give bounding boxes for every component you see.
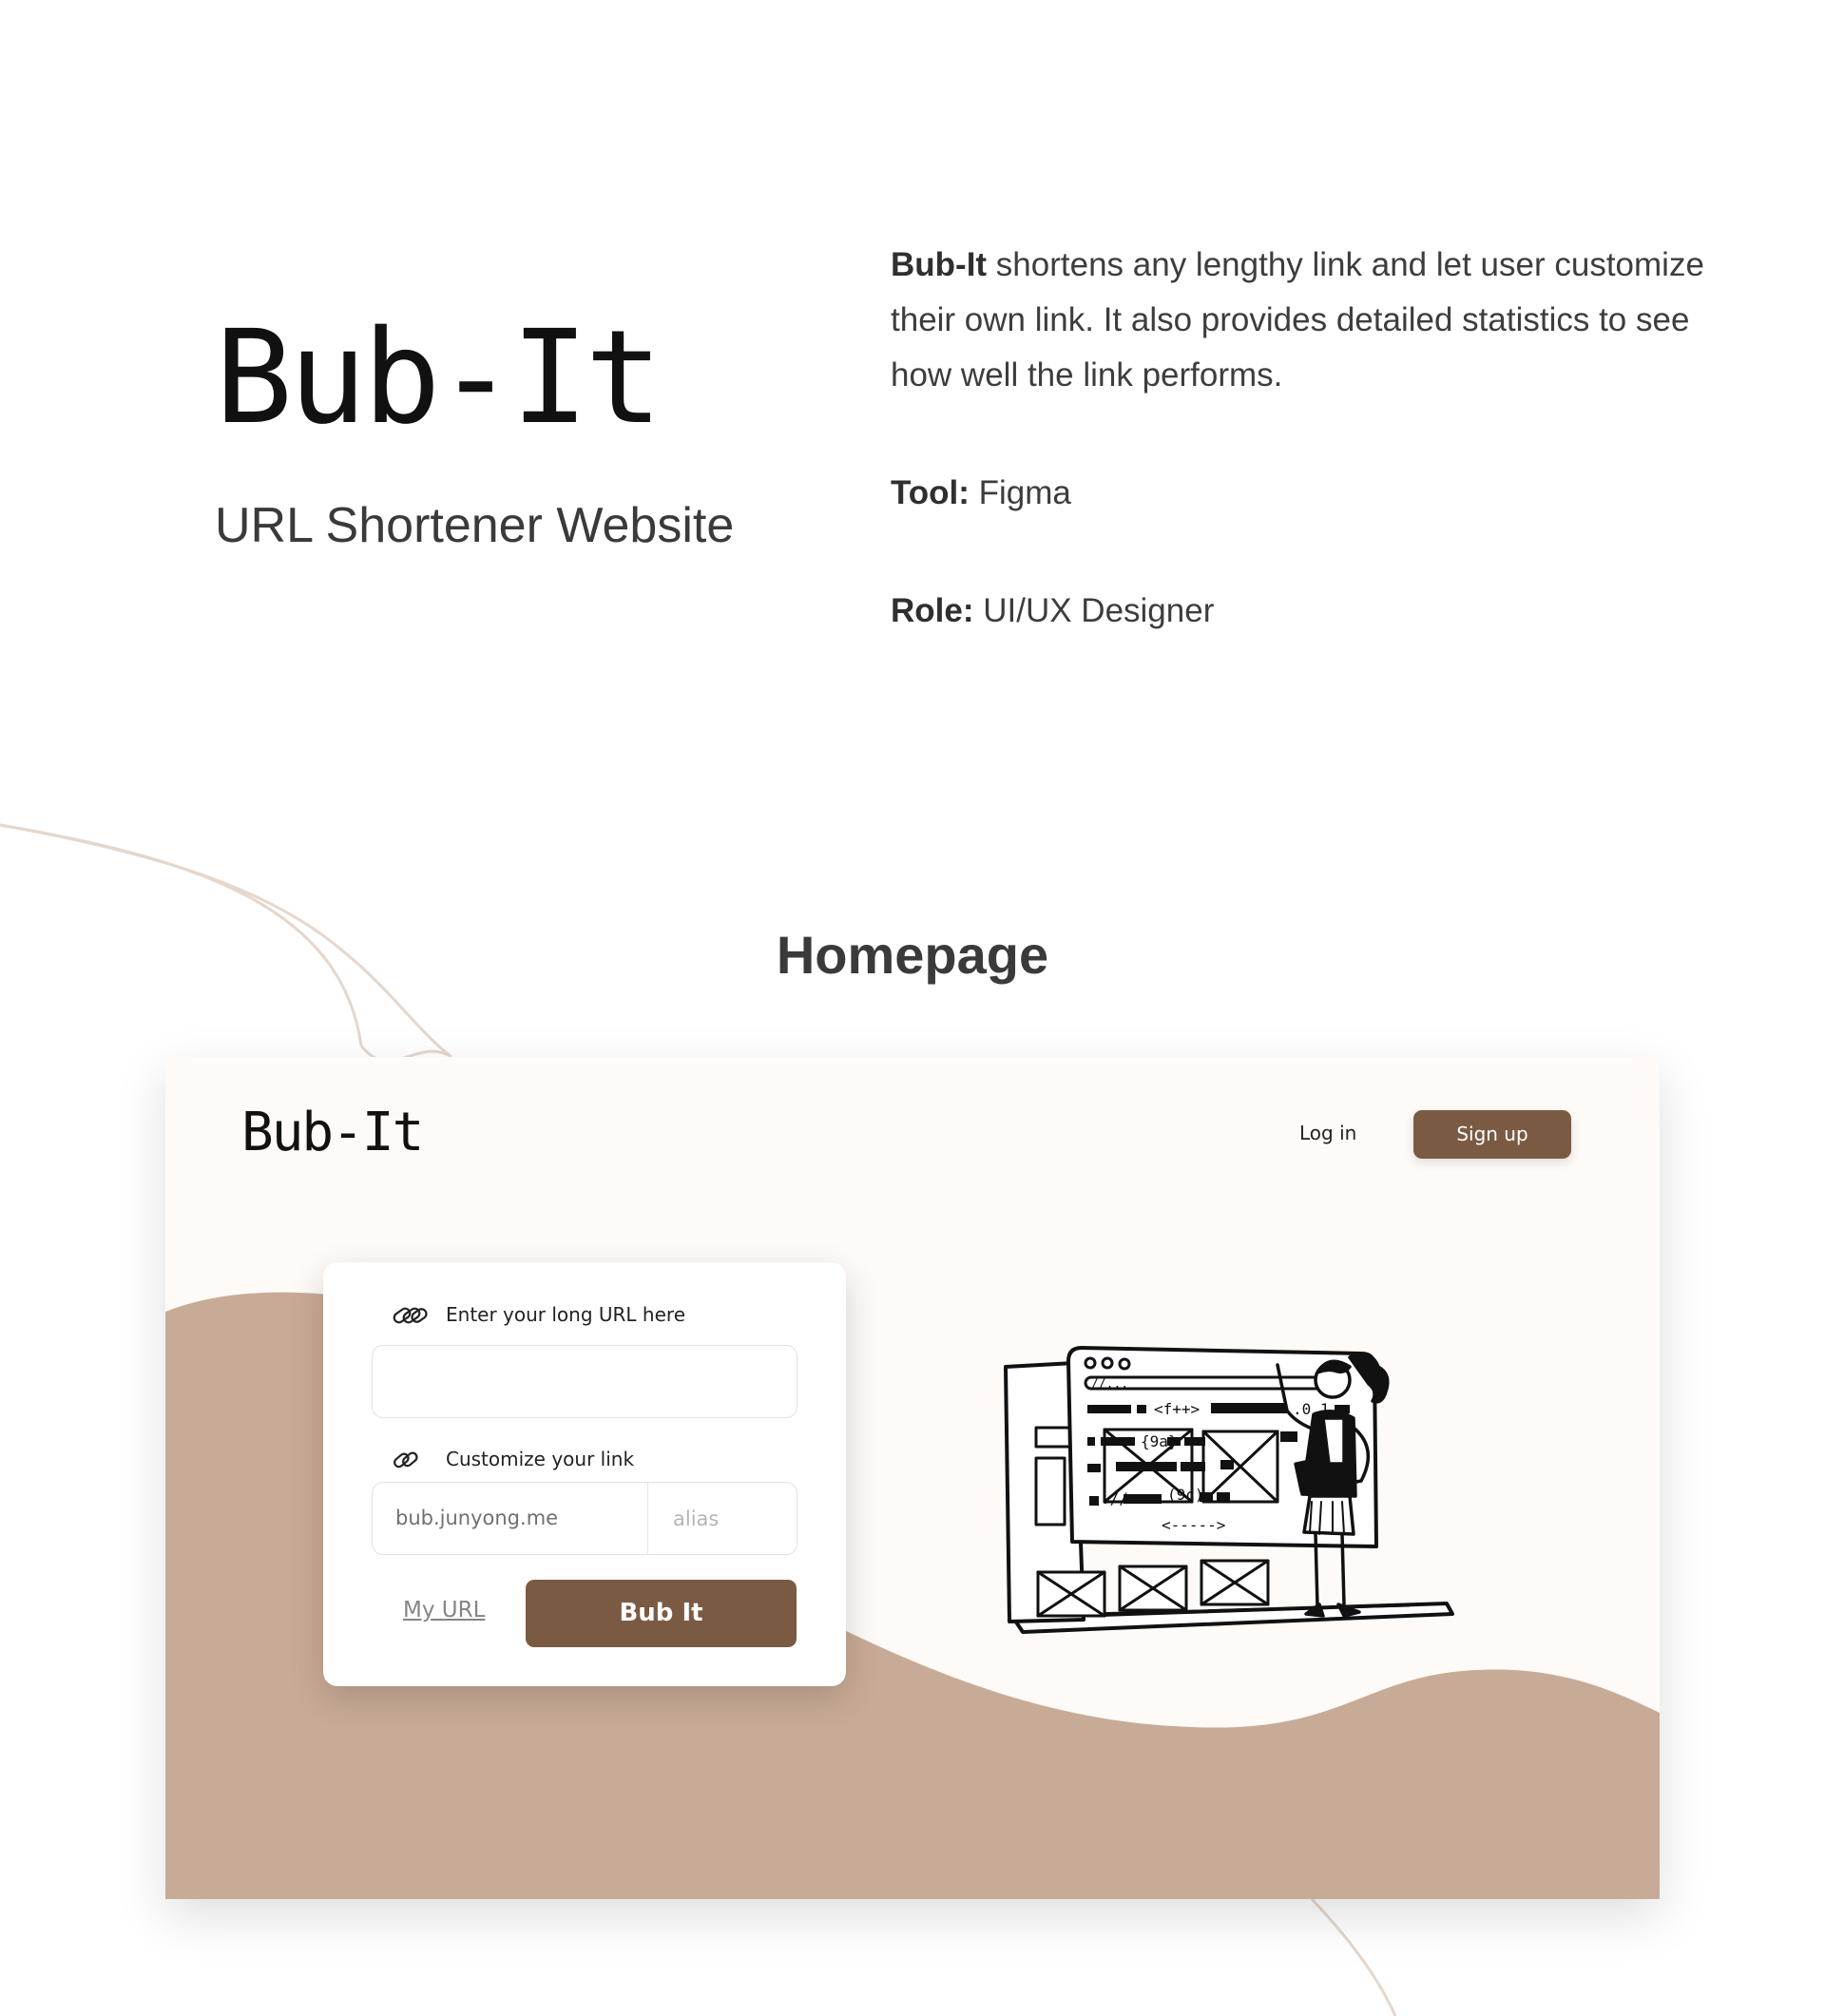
svg-text://...: //... <box>1091 1377 1128 1392</box>
tool-label: Tool: <box>891 474 970 511</box>
section-title: Homepage <box>776 925 1049 985</box>
svg-text:<----->: <-----> <box>1162 1516 1225 1534</box>
svg-text:{9a}: {9a} <box>1141 1432 1178 1450</box>
tool-line: Tool: Figma <box>891 473 1071 513</box>
chain-link-icon <box>393 1307 428 1324</box>
site-logo[interactable]: Bub-It <box>241 1106 424 1160</box>
customize-label: Customize your link <box>446 1448 635 1470</box>
hero-subtitle: URL Shortener Website <box>215 498 735 553</box>
login-link[interactable]: Log in <box>1299 1122 1356 1144</box>
long-url-label: Enter your long URL here <box>446 1303 685 1326</box>
tool-value: Figma <box>969 474 1071 511</box>
long-url-input[interactable] <box>372 1345 797 1418</box>
shorten-form-card: Enter your long URL here Customize your … <box>323 1262 846 1686</box>
svg-text:.//.: .//. <box>1101 1489 1138 1507</box>
link-icon <box>394 1451 418 1469</box>
bub-it-button[interactable]: Bub It <box>526 1580 797 1647</box>
svg-text:(9c): (9c) <box>1167 1486 1204 1504</box>
description-brand: Bub-It <box>891 246 988 283</box>
alias-input[interactable] <box>648 1483 797 1554</box>
role-value: UI/UX Designer <box>973 592 1215 629</box>
description-text: shortens any lengthy link and let user c… <box>891 246 1704 394</box>
domain-prefix: bub.junyong.me <box>395 1507 559 1529</box>
homepage-mockup: Bub-It Log in Sign up Enter your long UR… <box>165 1057 1660 1899</box>
custom-link-field: bub.junyong.me <box>372 1482 797 1555</box>
my-url-link[interactable]: My URL <box>403 1598 485 1622</box>
role-line: Role: UI/UX Designer <box>891 591 1214 631</box>
developer-illustration: //... <f++> .0,1 {9a} .//. (9c) <-----> <box>1004 1346 1454 1634</box>
hero-logo: Bub-It <box>215 303 663 453</box>
project-description: Bub-It shortens any lengthy link and let… <box>891 238 1708 403</box>
signup-button[interactable]: Sign up <box>1413 1110 1571 1159</box>
role-label: Role: <box>891 592 974 629</box>
svg-text:<f++>: <f++> <box>1154 1400 1200 1418</box>
